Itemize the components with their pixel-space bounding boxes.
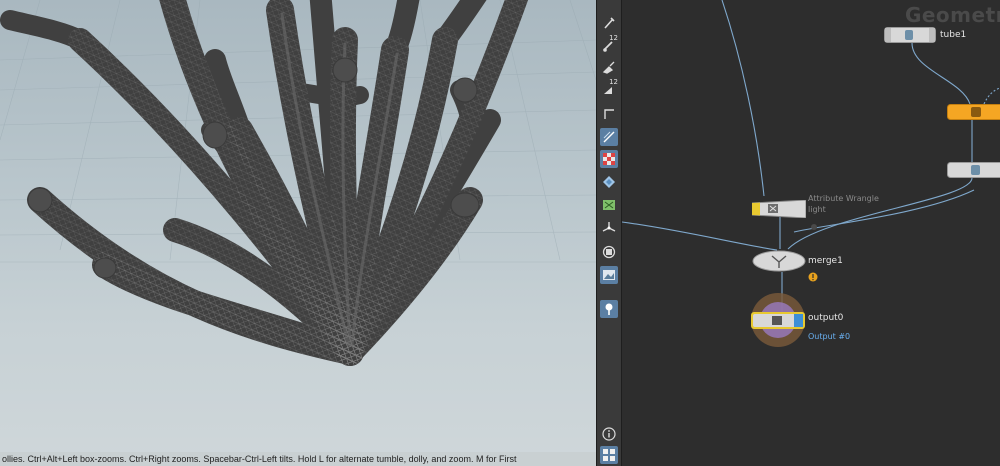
dot-icon [811,224,817,230]
brush-icon [602,61,615,74]
wrangle-flag [810,216,818,235]
merge-warning[interactable] [808,267,818,286]
node-label-merge1: merge1 [808,256,843,266]
network-editor[interactable]: Geometr tube1 Attribute Wrangle light me… [622,0,1000,466]
node-label-output0: output0 [808,313,844,323]
point-numbers-button[interactable]: 12 [600,34,618,54]
wire-offscreen [983,87,1000,105]
display-button[interactable] [600,243,618,261]
pin-button[interactable] [600,300,618,318]
warning-icon [808,272,818,282]
node-sub-attribwrangle: light [808,205,826,214]
wire-to-wrangle [721,0,765,197]
camera-view-button[interactable] [600,266,618,284]
pick-button[interactable] [600,14,618,32]
uv-icon [603,200,615,210]
info-icon [602,427,616,441]
normals-button[interactable] [600,104,618,122]
node-merge1[interactable] [752,249,806,277]
normals-icon [604,109,614,119]
node-tube1[interactable] [884,27,936,47]
viewport-scene [0,0,596,366]
checker-icon [603,153,615,165]
output-icon [751,293,805,347]
node-transform[interactable] [947,162,1000,182]
wire-tube-to-bypass [911,42,971,105]
snap-grid-icon [603,131,615,143]
merge-icon [752,250,806,272]
coral-geometry [0,0,529,366]
wire-left-to-merge [622,221,778,251]
transform-node-icon [947,162,1000,178]
bypass-node-icon [947,104,1000,120]
checker-button[interactable] [600,150,618,168]
viewport-display-toolbar: 12 12 [596,0,622,466]
wrangle-icon [751,199,807,219]
scene-viewport[interactable]: ollies. Ctrl+Alt+Left box-zooms. Ctrl+Ri… [0,0,596,466]
info-button[interactable] [600,425,618,443]
uv-button[interactable] [600,196,618,214]
transform-handle-button[interactable] [600,219,618,237]
node-label-tube1: tube1 [940,30,967,40]
node-info-output0: Output #0 [808,332,851,341]
grid-layout-icon [603,449,615,461]
ghost-button[interactable] [600,173,618,191]
node-bypassed[interactable] [947,104,1000,124]
ghost-icon [603,176,615,188]
snap-grid-button[interactable] [600,128,618,146]
node-output0[interactable] [748,292,808,352]
tube-icon [884,27,936,43]
pin-icon [605,303,613,315]
transform-handle-icon [602,222,616,232]
camera-view-icon [603,270,615,280]
brush-button[interactable] [600,58,618,76]
node-attribwrangle[interactable] [751,199,807,222]
node-label-attribwrangle: Attribute Wrangle [808,194,879,203]
grid-layout-button[interactable] [600,446,618,464]
pick-icon [604,17,615,29]
viewport-status-bar: ollies. Ctrl+Alt+Left box-zooms. Ctrl+Ri… [0,452,596,466]
display-icon [602,245,616,259]
primitive-numbers-button[interactable]: 12 [600,78,618,98]
